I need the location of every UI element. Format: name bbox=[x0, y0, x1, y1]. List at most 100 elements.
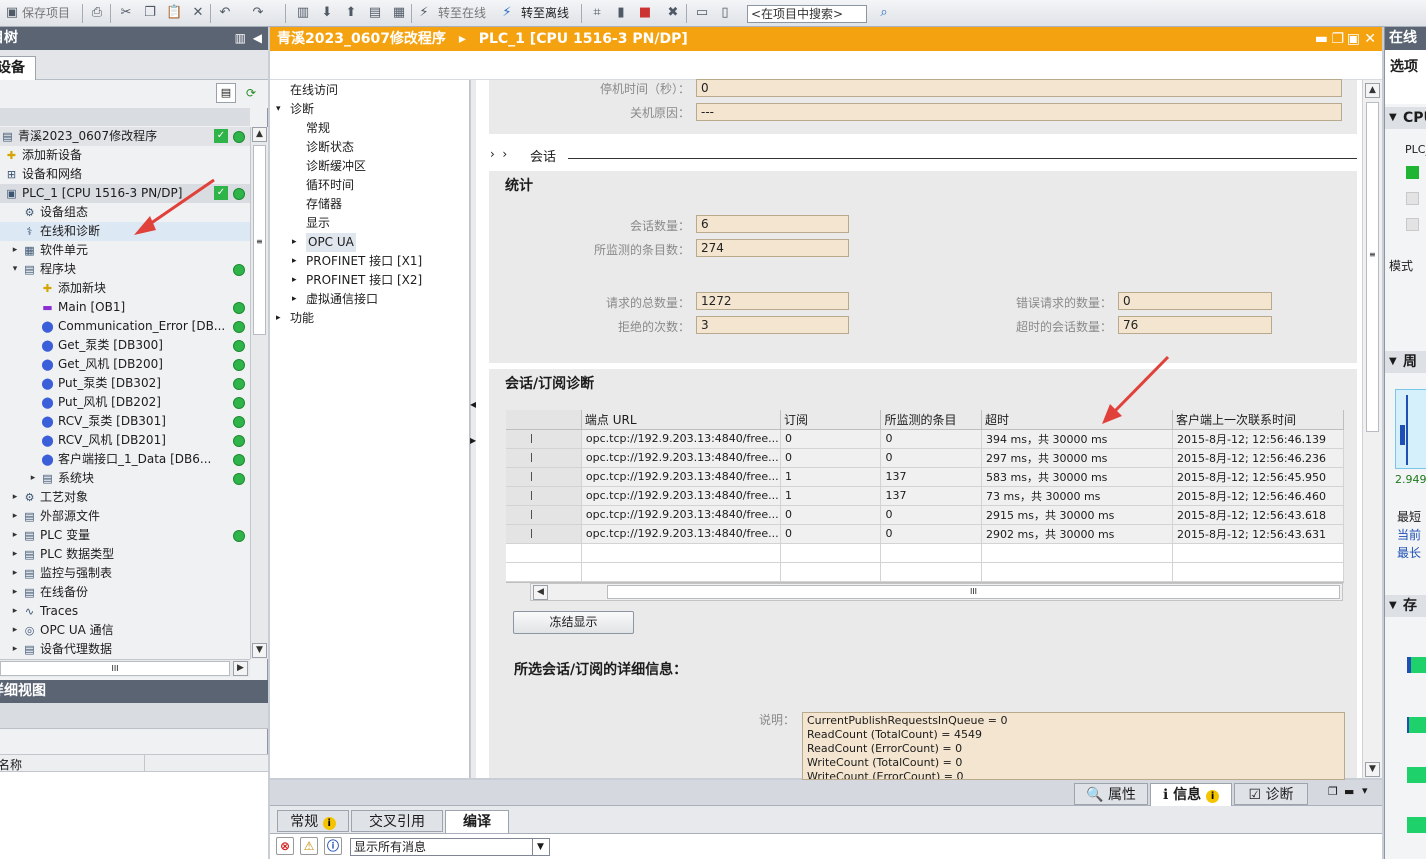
chevron-right-icon[interactable]: ▸ bbox=[276, 309, 281, 328]
table-column-header[interactable]: 端点 URL bbox=[581, 410, 781, 430]
nav-item[interactable]: 循环时间 bbox=[306, 176, 354, 195]
tree-item[interactable]: ▸ ▤ 设备代理数据 bbox=[0, 640, 250, 659]
cross-ref-icon[interactable]: ✖ bbox=[665, 5, 681, 21]
chevron-down-icon[interactable]: ▼ bbox=[532, 839, 548, 855]
minimize-icon[interactable]: ▬ bbox=[1315, 27, 1328, 51]
tree-item[interactable]: ⬤ 客户端接口_1_Data [DB6... bbox=[0, 450, 250, 469]
tree-item[interactable]: ⬤ Get_泵类 [DB300] bbox=[0, 336, 250, 355]
tree-item[interactable]: ⬤ Get_风机 [DB200] bbox=[0, 355, 250, 374]
chevron-right-icon[interactable]: ▸ bbox=[10, 526, 20, 545]
tree-item[interactable]: ▸ ▤ 在线备份 bbox=[0, 583, 250, 602]
table-hscrollbar[interactable]: ◀ III bbox=[530, 583, 1343, 601]
memory-section-header[interactable]: ▼ 存 bbox=[1385, 595, 1426, 617]
tree-item[interactable]: ⬤ RCV_泵类 [DB301] bbox=[0, 412, 250, 431]
info-tab[interactable]: ℹ 信息 i bbox=[1150, 783, 1232, 806]
overview-icon[interactable]: ▤ bbox=[216, 83, 236, 103]
tree-item[interactable]: ▸ ◎ OPC UA 通信 bbox=[0, 621, 250, 640]
copy-icon[interactable]: ❐ bbox=[142, 5, 158, 21]
compile-tab[interactable]: 编译 bbox=[445, 810, 509, 833]
chevron-right-icon[interactable]: ▸ bbox=[292, 233, 297, 252]
split-horizontal-icon[interactable]: ▭ bbox=[694, 5, 710, 21]
row-handle-icon[interactable]: | bbox=[506, 467, 582, 487]
detail-col-name[interactable]: 名称 bbox=[0, 756, 22, 773]
chevron-right-icon[interactable]: ▸ bbox=[292, 252, 297, 271]
hscroll-thumb[interactable]: III bbox=[0, 661, 230, 676]
table-hscroll-thumb[interactable]: III bbox=[607, 585, 1340, 599]
delete-icon[interactable]: ✕ bbox=[190, 5, 206, 21]
tree-item[interactable]: ✚ 添加新设备 bbox=[0, 146, 250, 165]
warnings-filter-icon[interactable]: ⚠ bbox=[300, 837, 318, 855]
cycle-section-header[interactable]: ▼ 周 bbox=[1385, 351, 1426, 373]
chevron-right-icon[interactable]: ▸ bbox=[10, 488, 20, 507]
chevron-right-icon[interactable]: ▸ bbox=[28, 469, 38, 488]
devices-tab[interactable]: 设备 bbox=[0, 56, 36, 80]
nav-item[interactable]: 显示 bbox=[306, 214, 330, 233]
inspector-float-icon[interactable]: ❐ bbox=[1328, 785, 1338, 798]
table-row[interactable]: | opc.tcp://192.9.203.13:4840/free... 1 137… bbox=[506, 486, 1344, 506]
save-project-button[interactable]: 保存项目 bbox=[22, 4, 70, 22]
tree-item[interactable]: ⬤ Communication_Error [DB... bbox=[0, 317, 250, 336]
simulation-icon[interactable]: ▤ bbox=[367, 5, 383, 21]
scroll-left-icon[interactable]: ◀ bbox=[533, 585, 548, 600]
go-offline-button[interactable]: 转至离线 bbox=[521, 4, 569, 22]
scroll-up-icon[interactable]: ▲ bbox=[252, 127, 267, 142]
go-online-icon[interactable]: ⚡ bbox=[416, 5, 432, 21]
row-handle-icon[interactable]: | bbox=[506, 505, 582, 525]
go-online-button[interactable]: 转至在线 bbox=[438, 4, 486, 22]
cycle-expand-icon[interactable]: ▼ bbox=[1389, 351, 1397, 373]
row-handle-icon[interactable]: | bbox=[506, 448, 582, 468]
stop-cpu-icon[interactable]: ■ bbox=[637, 5, 653, 21]
download-icon[interactable]: ⬇ bbox=[319, 5, 335, 21]
refresh-icon[interactable]: ⟳ bbox=[241, 83, 261, 103]
expand-arrows-icon[interactable]: › › bbox=[490, 147, 507, 161]
nav-item[interactable]: ▸ PROFINET 接口 [X2] bbox=[292, 271, 422, 290]
accessible-devices-icon[interactable]: ⌗ bbox=[589, 5, 605, 21]
nav-item[interactable]: ▸ 功能 bbox=[276, 309, 314, 328]
inspector-collapse-icon[interactable]: ▾ bbox=[1362, 784, 1368, 797]
table-row[interactable]: | opc.tcp://192.9.203.13:4840/free... 1 137… bbox=[506, 467, 1344, 487]
print-icon[interactable]: ⎙ bbox=[89, 5, 105, 21]
general-tab[interactable]: 常规 i bbox=[277, 810, 349, 832]
redo-icon[interactable]: ↷ bbox=[250, 5, 266, 21]
tree-item[interactable]: ▸ ▤ PLC 数据类型 bbox=[0, 545, 250, 564]
cut-icon[interactable]: ✂ bbox=[118, 5, 134, 21]
tree-item[interactable]: ⬤ Put_风机 [DB202] bbox=[0, 393, 250, 412]
tree-item[interactable]: ▸ ▤ 监控与强制表 bbox=[0, 564, 250, 583]
diagnostics-tab[interactable]: ☑ 诊断 bbox=[1234, 783, 1308, 805]
content-scroll-down-icon[interactable]: ▼ bbox=[1365, 762, 1380, 777]
properties-tab[interactable]: 🔍 属性 bbox=[1074, 783, 1148, 805]
tree-item[interactable]: ⬤ Put_泵类 [DB302] bbox=[0, 374, 250, 393]
content-scroll-up-icon[interactable]: ▲ bbox=[1365, 83, 1380, 98]
memory-expand-icon[interactable]: ▼ bbox=[1389, 595, 1397, 617]
nav-item[interactable]: 在线访问 bbox=[290, 81, 338, 100]
chevron-right-icon[interactable]: ▸ bbox=[10, 564, 20, 583]
content-scroll-thumb[interactable] bbox=[1366, 102, 1379, 432]
search-icon[interactable]: ⌕ bbox=[876, 5, 892, 21]
table-column-header[interactable]: 订阅 bbox=[780, 410, 882, 430]
info-filter-icon[interactable]: ⓘ bbox=[324, 837, 342, 855]
table-row[interactable]: | opc.tcp://192.9.203.13:4840/free... 0 0 29… bbox=[506, 448, 1344, 468]
chevron-down-icon[interactable]: ▾ bbox=[276, 100, 281, 119]
chevron-right-icon[interactable]: ▸ bbox=[292, 271, 297, 290]
tree-item[interactable]: ▸ ▤ PLC 变量 bbox=[0, 526, 250, 545]
chevron-right-icon[interactable]: ▸ bbox=[10, 621, 20, 640]
tree-item[interactable]: ▸ ∿ Traces bbox=[0, 602, 250, 621]
table-column-header[interactable]: 客户端上一次联系时间 bbox=[1172, 410, 1344, 430]
split-editor-icon[interactable]: ▥ bbox=[295, 5, 311, 21]
split-vertical-icon[interactable]: ▯ bbox=[717, 5, 733, 21]
panel-pin-icon[interactable]: ▥ bbox=[235, 27, 246, 50]
nav-item[interactable]: ▸ PROFINET 接口 [X1] bbox=[292, 252, 422, 271]
scroll-down-icon[interactable]: ▼ bbox=[252, 643, 267, 658]
start-cpu-icon[interactable]: ▮ bbox=[613, 5, 629, 21]
project-search-input[interactable]: <在项目中搜索> bbox=[747, 5, 867, 23]
chevron-down-icon[interactable]: ▾ bbox=[10, 260, 20, 279]
tree-scrollbar[interactable]: ▲ ≡ ▼ bbox=[250, 127, 268, 659]
row-handle-icon[interactable]: | bbox=[506, 524, 582, 544]
row-handle-icon[interactable]: | bbox=[506, 486, 582, 506]
cpu-expand-icon[interactable]: ▼ bbox=[1389, 107, 1397, 129]
maximize-icon[interactable]: ▣ bbox=[1347, 27, 1360, 51]
tree-item[interactable]: ⬤ RCV_风机 [DB201] bbox=[0, 431, 250, 450]
scroll-right-icon[interactable]: ▶ bbox=[233, 661, 248, 676]
table-row[interactable]: | opc.tcp://192.9.203.13:4840/free... 0 0 29… bbox=[506, 505, 1344, 525]
save-icon[interactable]: ▣ bbox=[4, 5, 20, 21]
